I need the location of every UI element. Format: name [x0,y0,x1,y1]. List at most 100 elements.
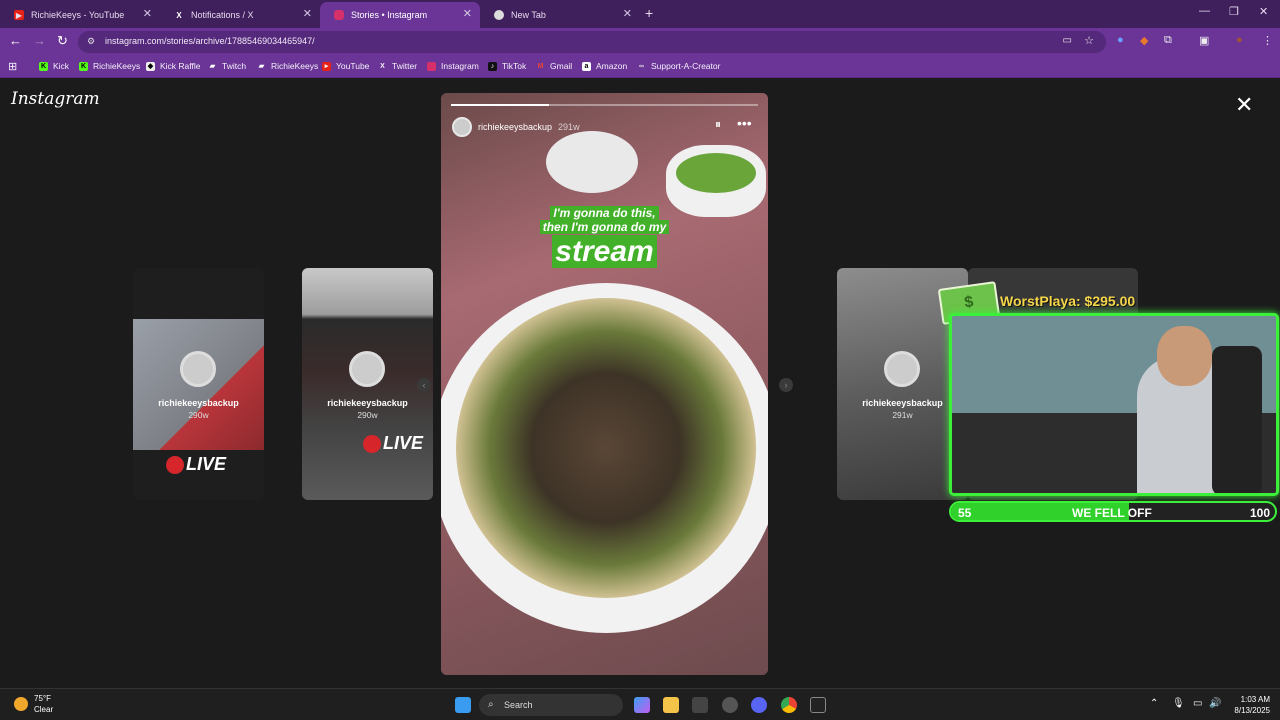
goal-current: 55 [958,506,972,520]
address-bar[interactable]: ⚙ instagram.com/stories/archive/17885469… [78,31,1106,53]
weather-widget[interactable]: 75°F Clear [14,693,53,715]
volume-icon[interactable]: 🔊 [1209,698,1221,709]
tab-title: Stories • Instagram [351,10,428,20]
instagram-logo[interactable]: Instagram [11,89,100,109]
avatar [884,351,920,387]
goal-target: 100 [1249,506,1270,520]
tab-strip: ▶ RichieKeeys - YouTube ✕ X Notification… [0,0,1280,28]
site-info-icon[interactable]: ⚙ [87,36,95,47]
bookmark-youtube[interactable]: ▸ YouTube [322,61,369,71]
tab-title: Notifications / X [191,10,254,20]
tray-overflow-icon[interactable]: ⌃ [1150,698,1158,709]
cast-icon[interactable]: ▭ [1063,35,1072,46]
xbox-icon[interactable] [692,697,708,713]
bookmarks-bar: ⊞ K Kick K RichieKeeys ◆ Kick Raffle ▰ Twitc… [0,56,1280,78]
avatar [349,351,385,387]
search-icon: ⌕ [488,699,494,710]
weather-temp: 75°F [34,694,51,703]
extension-fox-icon[interactable]: ◆ [1140,34,1148,47]
youtube-icon: ▶ [14,10,24,20]
pause-icon[interactable]: ⏸ [715,117,721,132]
discord-icon[interactable] [751,697,767,713]
extension-icon[interactable]: ● [1117,34,1124,46]
caption-line-1: I'm gonna do this, [441,206,768,220]
minimize-icon[interactable]: — [1199,5,1210,17]
preview-username: richiekeeysbackup [327,398,408,408]
close-tab-icon[interactable]: ✕ [623,9,632,20]
file-explorer-icon[interactable] [663,697,679,713]
tacos-image [456,298,756,598]
avatar [180,351,216,387]
story-preview-1[interactable]: richiekeeysbackup 290w LIVE [133,268,264,500]
x-icon: X [176,10,182,20]
story-avatar[interactable] [452,117,472,137]
tab-title: New Tab [511,10,546,20]
close-stories-icon[interactable]: ✕ [1235,94,1253,116]
story-viewer[interactable]: richiekeeysbackup 291w ⏸ ••• I'm gonna d… [441,93,768,675]
bookmark-amazon[interactable]: a Amazon [582,61,627,71]
more-options-icon[interactable]: ••• [737,115,752,131]
story-progress-fill [451,104,550,106]
clock-time: 1:03 AM [1240,695,1270,704]
apps-grid-icon[interactable]: ⊞ [8,60,17,73]
bookmark-support-a-creator[interactable]: ∞ Support-A-Creator [637,61,720,71]
goal-progress-bar: 55 WE FELL OFF 100 [949,501,1277,522]
microphone-icon[interactable]: 🎙 [1172,698,1185,709]
salsa-bowl-image [546,131,638,193]
bookmark-richiekeeys-twitch[interactable]: ▰ RichieKeeys [257,61,318,71]
goal-label: WE FELL OFF [1072,506,1152,520]
epic-games-icon[interactable] [810,697,826,713]
bookmark-twitch[interactable]: ▰ Twitch [208,61,246,71]
close-tab-icon[interactable]: ✕ [143,9,152,20]
clock[interactable]: 1:03 AM 8/13/2025 [1234,694,1270,716]
start-icon[interactable] [455,697,471,713]
forward-icon[interactable]: → [33,34,46,48]
back-icon[interactable]: ← [9,34,22,48]
bookmark-twitter[interactable]: X Twitter [378,61,417,71]
bookmark-kick-raffle[interactable]: ◆ Kick Raffle [146,61,200,71]
story-header: richiekeeysbackup 291w [452,117,580,137]
live-dot-icon [166,455,184,474]
reload-icon[interactable]: ↻ [57,34,68,48]
tab-instagram[interactable]: Stories • Instagram ✕ [320,2,480,28]
bookmark-tiktok[interactable]: ♪ TikTok [488,61,526,71]
story-username[interactable]: richiekeeysbackup [478,122,552,132]
menu-icon[interactable]: ⋮ [1262,34,1273,47]
network-icon[interactable]: ▭ [1193,698,1202,709]
copilot-icon[interactable] [634,697,650,713]
bookmark-gmail[interactable]: M Gmail [536,61,573,71]
bookmark-richiekeeys-kick[interactable]: K RichieKeeys [79,61,140,71]
live-dot-icon [363,434,381,453]
restore-icon[interactable]: ❐ [1229,5,1239,18]
toolbar: ← → ↻ ⚙ instagram.com/stories/archive/17… [0,28,1280,56]
extensions-puzzle-icon[interactable]: ⧉ [1164,34,1172,47]
weather-icon [14,697,28,711]
url-text: instagram.com/stories/archive/1788546903… [105,36,315,46]
chrome-icon[interactable] [781,697,797,713]
tab-new[interactable]: New Tab ✕ [480,2,640,28]
caption-line-2: then I'm gonna do my [441,220,768,234]
webcam-overlay [949,313,1279,496]
bookmark-star-icon[interactable]: ☆ [1084,34,1094,47]
tab-x[interactable]: X Notifications / X ✕ [160,2,320,28]
green-salsa-image [676,153,756,193]
preview-username: richiekeeysbackup [158,398,239,408]
new-tab-icon[interactable]: + [645,5,653,21]
preview-time: 290w [188,410,209,420]
bookmark-kick[interactable]: K Kick [39,61,69,71]
app-icon[interactable] [722,697,738,713]
previous-story-icon[interactable]: ‹ [417,378,431,392]
tab-youtube[interactable]: ▶ RichieKeeys - YouTube ✕ [0,2,160,28]
close-tab-icon[interactable]: ✕ [303,9,312,20]
next-story-icon[interactable]: › [779,378,793,392]
close-window-icon[interactable]: ✕ [1259,5,1268,18]
gaming-chair-image [1212,346,1262,493]
bookmark-instagram[interactable]: Instagram [427,61,479,71]
sidepanel-icon[interactable]: ▣ [1199,34,1209,47]
story-preview-2[interactable]: richiekeeysbackup 290w LIVE [302,268,433,500]
profile-avatar[interactable]: ● [1236,34,1243,46]
search-box[interactable]: ⌕ Search [479,694,623,716]
search-label: Search [504,700,533,710]
windows-taskbar: 75°F Clear ⌕ Search ⌃ 🎙 ▭ 🔊 1:03 AM 8/13/… [0,688,1280,720]
close-tab-icon[interactable]: ✕ [463,9,472,20]
